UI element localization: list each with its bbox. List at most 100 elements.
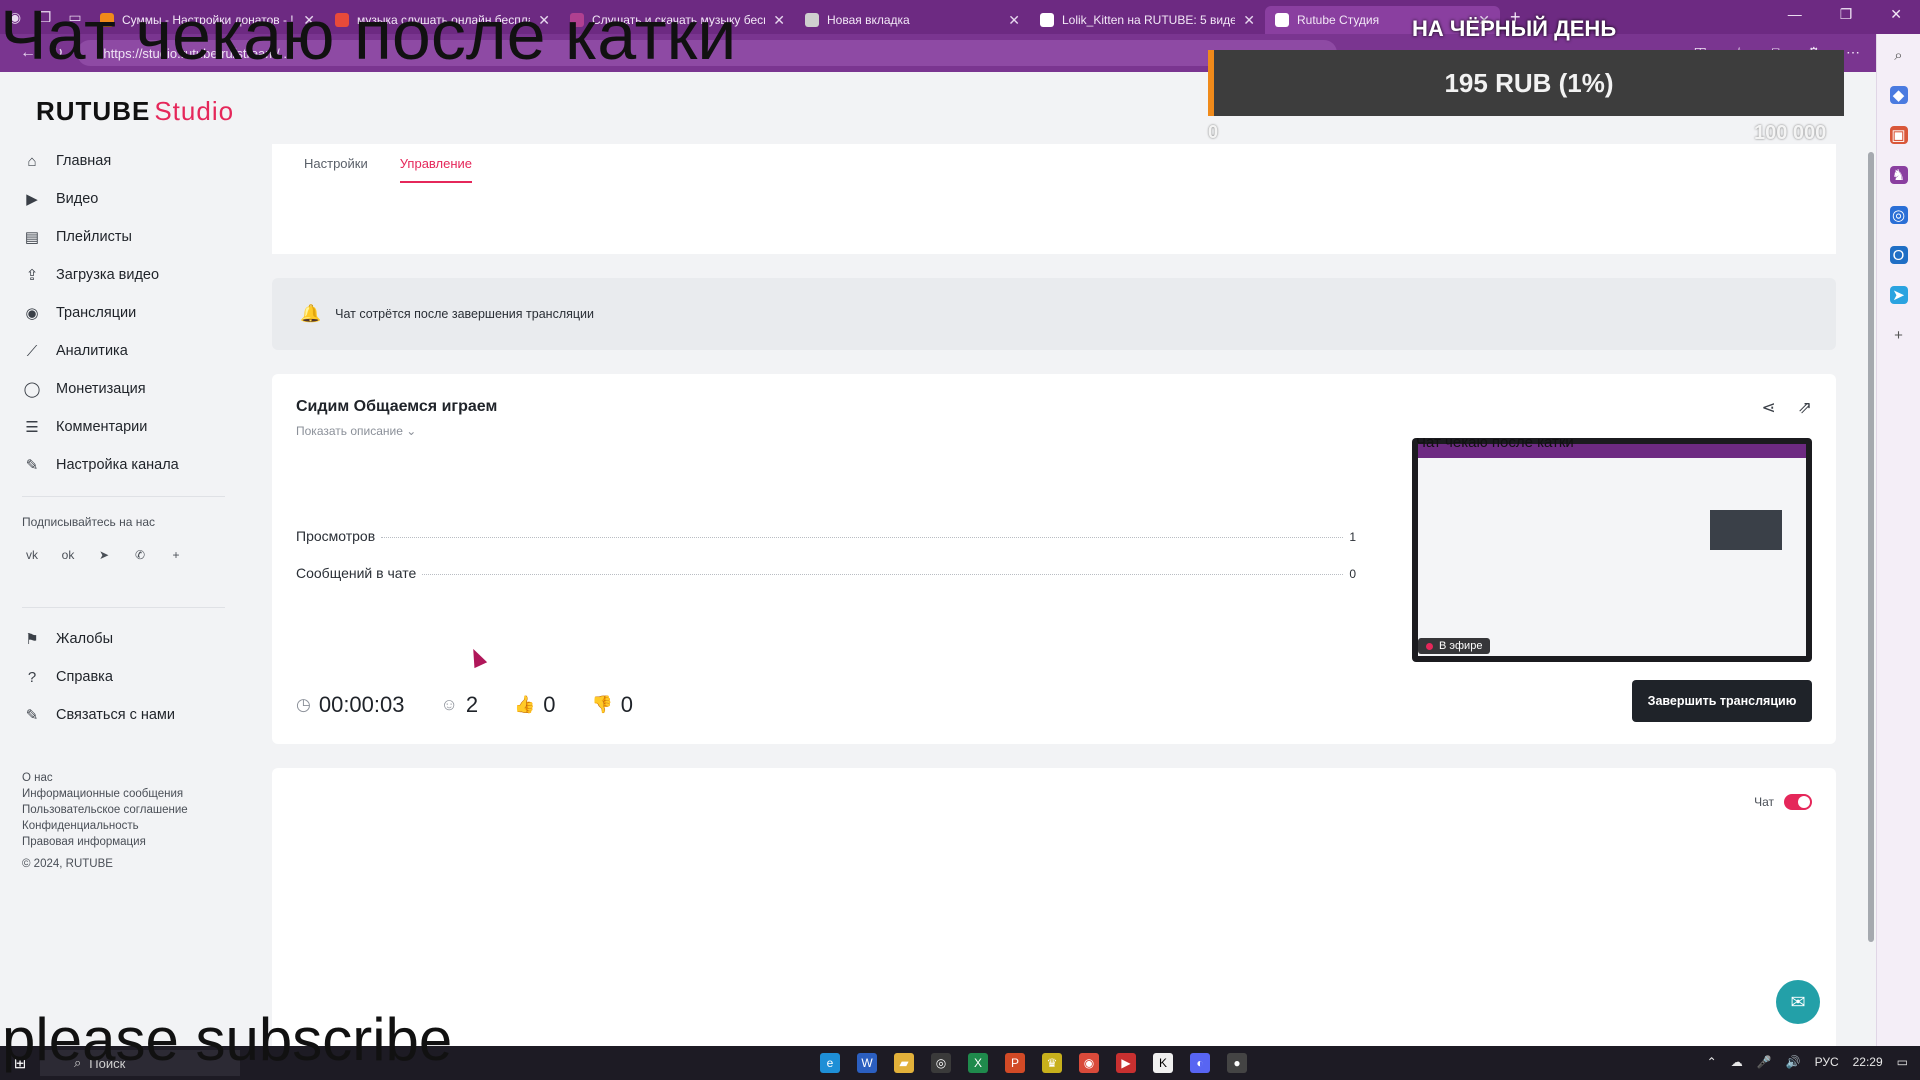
tab-favicon-icon bbox=[1040, 13, 1054, 27]
browser-tab[interactable]: Новая вкладка ✕ bbox=[795, 6, 1030, 34]
sidebar-item-upload[interactable]: ⇪ Загрузка видео bbox=[22, 256, 227, 294]
dislikes-value: 0 bbox=[620, 692, 633, 717]
microphone-icon[interactable]: 🎤 bbox=[1757, 1055, 1772, 1069]
footer-link-about[interactable]: О нас bbox=[22, 770, 188, 786]
chevron-down-icon: ⌄ bbox=[406, 424, 417, 438]
obs-icon[interactable]: ● bbox=[1227, 1053, 1247, 1073]
sidebar-item-label: Комментарии bbox=[56, 419, 148, 435]
thumbs-up-icon: 👍 bbox=[514, 695, 536, 714]
sidebar-item-label: Видео bbox=[56, 191, 99, 207]
footer-link-terms[interactable]: Пользовательское соглашение bbox=[22, 802, 188, 818]
footer-link-legal[interactable]: Правовая информация bbox=[22, 834, 188, 850]
sidebar-item-label: Связаться с нами bbox=[56, 707, 176, 723]
sidebar-item-broadcasts[interactable]: ◉ Трансляции bbox=[22, 294, 227, 332]
chrome-icon[interactable]: ◉ bbox=[1079, 1053, 1099, 1073]
more-socials-icon[interactable]: + bbox=[166, 545, 186, 565]
file-explorer-icon[interactable]: ▰ bbox=[894, 1053, 914, 1073]
telegram-icon[interactable]: ➤ bbox=[1889, 286, 1908, 304]
preview-dark-block bbox=[1710, 510, 1782, 550]
broadcast-icon: ◉ bbox=[25, 305, 39, 322]
upload-icon: ⇪ bbox=[25, 267, 39, 284]
rutube-studio-logo[interactable]: RUTUBE Studio bbox=[36, 96, 234, 127]
app-icon[interactable]: K bbox=[1153, 1053, 1173, 1073]
footer-link-privacy[interactable]: Конфиденциальность bbox=[22, 818, 188, 834]
sidebar-item-monetization[interactable]: ◯ Монетизация bbox=[22, 370, 227, 408]
sidebar-item-label: Главная bbox=[56, 153, 112, 169]
bell-icon: 🔔 bbox=[300, 304, 322, 323]
discord-icon[interactable]: ◐ bbox=[1190, 1053, 1210, 1073]
telegram-icon[interactable]: ➤ bbox=[94, 545, 114, 565]
stream-card-actions: ⋖ ⇗ bbox=[1762, 398, 1813, 418]
close-tab-icon[interactable]: ✕ bbox=[773, 12, 785, 29]
chat-notice: 🔔 Чат сотрётся после завершения трансляц… bbox=[272, 278, 1836, 350]
app-icon[interactable]: ♛ bbox=[1042, 1053, 1062, 1073]
sidebar-item-channel-settings[interactable]: ✎ Настройка канала bbox=[22, 446, 227, 484]
sidebar-divider bbox=[22, 496, 225, 497]
vk-icon[interactable]: vk bbox=[22, 545, 42, 565]
sidebar-item-label: Настройка канала bbox=[56, 457, 179, 473]
duration-value: 00:00:03 bbox=[318, 692, 405, 717]
sidebar-item-playlists[interactable]: ▤ Плейлисты bbox=[22, 218, 227, 256]
stat-label: Сообщений в чате bbox=[296, 565, 417, 581]
close-tab-icon[interactable]: ✕ bbox=[1008, 12, 1020, 29]
stream-preview[interactable]: Чат чекаю после катки В эфире bbox=[1412, 438, 1812, 662]
sidebar-item-complaints[interactable]: ⚑ Жалобы bbox=[22, 620, 227, 658]
odnoklassniki-icon[interactable]: ok bbox=[58, 545, 78, 565]
edge-icon[interactable]: e bbox=[820, 1053, 840, 1073]
page-scrollbar[interactable] bbox=[1868, 152, 1874, 942]
thumbs-down-icon: 👎 bbox=[591, 695, 613, 714]
sidebar-item-contact[interactable]: ✎ Связаться с нами bbox=[22, 696, 227, 734]
tools-icon[interactable]: ▣ bbox=[1889, 126, 1908, 144]
flag-icon: ⚑ bbox=[25, 631, 39, 648]
support-chat-button[interactable]: ✉ bbox=[1776, 980, 1820, 1024]
sidebar-item-comments[interactable]: ☰ Комментарии bbox=[22, 408, 227, 446]
external-link-icon[interactable]: ⇗ bbox=[1798, 398, 1812, 418]
sidebar-item-home[interactable]: ⌂ Главная bbox=[22, 142, 227, 180]
sidebar-item-analytics[interactable]: ⟋ Аналитика bbox=[22, 332, 227, 370]
footer-links: О нас Информационные сообщения Пользоват… bbox=[22, 770, 188, 872]
end-stream-button[interactable]: Завершить трансляцию bbox=[1632, 680, 1812, 722]
tray-overflow-icon[interactable]: ⌃ bbox=[1707, 1055, 1717, 1069]
preview-caption: Чат чекаю после катки bbox=[1416, 438, 1574, 451]
word-icon[interactable]: W bbox=[857, 1053, 877, 1073]
volume-icon[interactable]: 🔊 bbox=[1786, 1055, 1801, 1069]
minimize-icon[interactable]: — bbox=[1788, 6, 1802, 23]
more-menu-icon[interactable]: ⋯ bbox=[1846, 44, 1860, 61]
games-icon[interactable]: ♞ bbox=[1889, 166, 1908, 184]
network-icon[interactable]: ☁ bbox=[1731, 1055, 1743, 1069]
tab-settings[interactable]: Настройки bbox=[304, 156, 368, 183]
subscribe-label: Подписывайтесь на нас bbox=[22, 515, 156, 529]
shopping-icon[interactable]: ◆ bbox=[1889, 86, 1908, 104]
viber-icon[interactable]: ✆ bbox=[130, 545, 150, 565]
dislikes-metric: 👎 0 bbox=[592, 692, 633, 718]
app-icon[interactable]: ▶ bbox=[1116, 1053, 1136, 1073]
close-window-icon[interactable]: ✕ bbox=[1890, 6, 1902, 23]
add-sidebar-icon[interactable]: + bbox=[1890, 326, 1908, 344]
system-tray: ⌃ ☁ 🎤 🔊 РУС 22:29 ▭ bbox=[1707, 1055, 1908, 1069]
language-indicator[interactable]: РУС bbox=[1815, 1055, 1839, 1069]
excel-icon[interactable]: X bbox=[968, 1053, 988, 1073]
footer-link-info[interactable]: Информационные сообщения bbox=[22, 786, 188, 802]
dotted-leader bbox=[422, 574, 1344, 575]
close-tab-icon[interactable]: ✕ bbox=[1243, 12, 1255, 29]
powerpoint-icon[interactable]: P bbox=[1005, 1053, 1025, 1073]
sidebar-item-label: Трансляции bbox=[56, 305, 137, 321]
analytics-icon: ⟋ bbox=[26, 342, 38, 360]
search-icon[interactable]: ⌕ bbox=[1890, 46, 1908, 64]
tab-favicon-icon bbox=[1275, 13, 1289, 27]
stat-chat-messages: Сообщений в чате 0 bbox=[296, 565, 1356, 581]
clock[interactable]: 22:29 bbox=[1853, 1055, 1883, 1069]
app-icon[interactable]: ◎ bbox=[931, 1053, 951, 1073]
chat-switch[interactable] bbox=[1784, 794, 1812, 810]
microsoft365-icon[interactable]: ◎ bbox=[1889, 206, 1908, 224]
outlook-icon[interactable]: O bbox=[1889, 246, 1908, 264]
sidebar-item-help[interactable]: ? Справка bbox=[22, 658, 227, 696]
tab-management[interactable]: Управление bbox=[399, 156, 473, 183]
show-description-link[interactable]: Показать описание ⌄ bbox=[296, 424, 416, 438]
maximize-icon[interactable]: ❐ bbox=[1840, 6, 1853, 23]
share-icon[interactable]: ⋖ bbox=[1762, 398, 1776, 418]
notifications-icon[interactable]: ▭ bbox=[1897, 1055, 1908, 1069]
clock-icon: ◷ bbox=[296, 695, 311, 714]
sidebar-item-video[interactable]: ▶ Видео bbox=[22, 180, 227, 218]
browser-tab[interactable]: Lolik_Kitten на RUTUBE: 5 видео ✕ bbox=[1030, 6, 1265, 34]
